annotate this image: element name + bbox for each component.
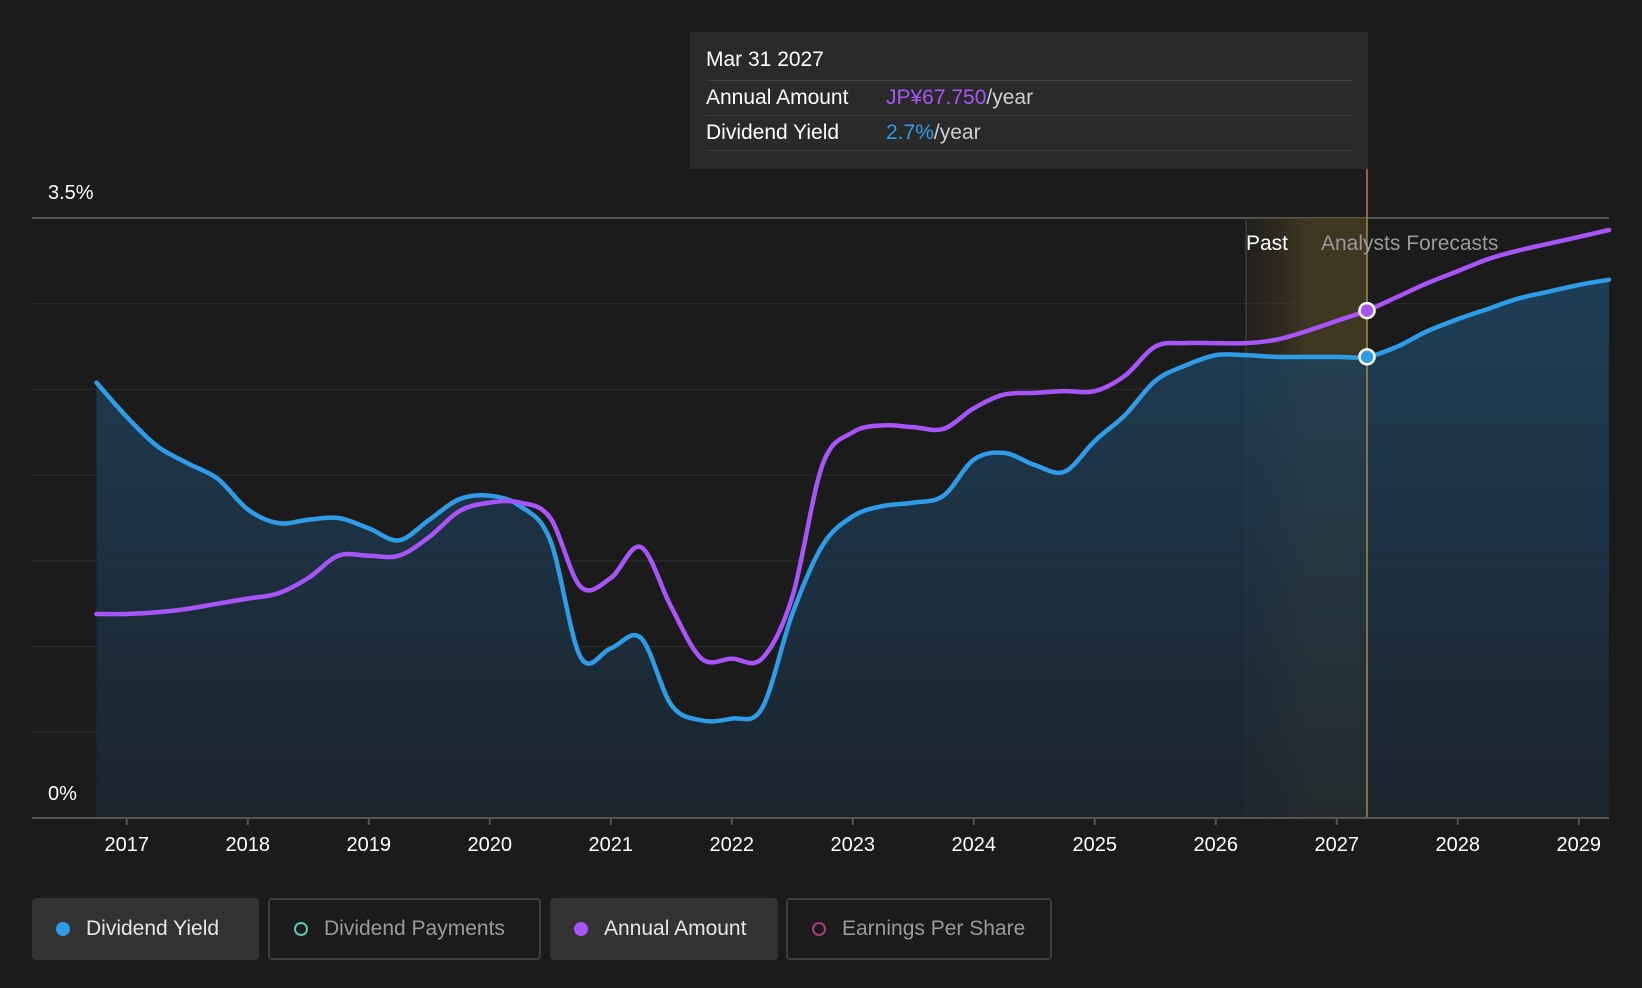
dividend-yield-marker[interactable] bbox=[1358, 348, 1376, 366]
x-axis: 2017 2018 2019 2020 2021 2022 2023 2024 2025 2026… bbox=[32, 817, 1609, 856]
tooltip-label: Dividend Yield bbox=[706, 121, 840, 144]
x-tick-label: 2018 bbox=[226, 834, 271, 856]
dividend-yield-fill bbox=[96, 279, 1609, 818]
x-tick-label: 2019 bbox=[347, 834, 392, 856]
x-tick-label: 2017 bbox=[105, 834, 150, 856]
forecast-label: Analysts Forecasts bbox=[1321, 232, 1498, 255]
legend-label: Dividend Yield bbox=[86, 917, 220, 940]
x-tick-label: 2026 bbox=[1194, 834, 1239, 856]
x-tick-label: 2025 bbox=[1073, 834, 1118, 856]
tooltip-unit: /year bbox=[986, 86, 1034, 109]
filled-circle-icon bbox=[56, 922, 70, 936]
tooltip-unit: /year bbox=[933, 121, 981, 144]
tooltip-date: Mar 31 2027 bbox=[706, 46, 1352, 81]
y-axis-top-label: 3.5% bbox=[48, 182, 94, 204]
annual-amount-marker[interactable] bbox=[1358, 301, 1376, 320]
tooltip-row-annual-amount: Annual Amount JP¥67.750 /year bbox=[706, 81, 1352, 116]
dividend-yield-area bbox=[96, 279, 1609, 818]
y-axis-bottom-label: 0% bbox=[48, 783, 77, 805]
x-tick-label: 2020 bbox=[468, 834, 513, 856]
x-tick-label: 2024 bbox=[952, 834, 997, 856]
legend-dividend-payments[interactable]: Dividend Payments bbox=[268, 898, 541, 960]
tooltip-label: Annual Amount bbox=[706, 86, 849, 109]
x-tick-label: 2022 bbox=[710, 834, 755, 856]
tooltip-row-dividend-yield: Dividend Yield 2.7% /year bbox=[706, 116, 1352, 151]
x-tick-label: 2027 bbox=[1315, 834, 1360, 856]
x-tick-label: 2028 bbox=[1436, 834, 1481, 856]
legend-label: Annual Amount bbox=[604, 917, 747, 940]
hollow-circle-icon bbox=[812, 922, 826, 936]
filled-circle-icon bbox=[574, 922, 588, 936]
hollow-circle-icon bbox=[294, 922, 308, 936]
x-tick-label: 2023 bbox=[831, 834, 876, 856]
legend-label: Earnings Per Share bbox=[842, 917, 1026, 940]
tooltip-value: JP¥67.750 bbox=[886, 86, 987, 109]
legend-earnings-per-share[interactable]: Earnings Per Share bbox=[786, 898, 1052, 960]
x-tick-label: 2029 bbox=[1557, 834, 1602, 856]
past-label: Past bbox=[1246, 232, 1288, 255]
hover-tooltip: Mar 31 2027 Annual Amount JP¥67.750 /yea… bbox=[690, 32, 1368, 169]
legend-dividend-yield[interactable]: Dividend Yield bbox=[32, 898, 259, 960]
legend-label: Dividend Payments bbox=[324, 917, 505, 940]
tooltip-value: 2.7% bbox=[886, 121, 934, 144]
x-tick-label: 2021 bbox=[589, 834, 634, 856]
legend-annual-amount[interactable]: Annual Amount bbox=[550, 898, 778, 960]
